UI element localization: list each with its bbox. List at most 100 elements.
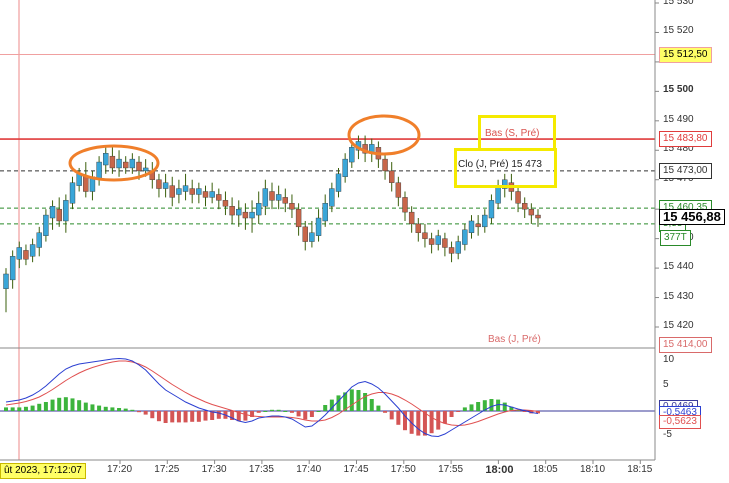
time-tick-label: 17:45	[343, 464, 369, 475]
time-tick-label: 17:50	[390, 464, 416, 475]
time-tick-label: 17:30	[201, 464, 227, 475]
candle-body	[9, 256, 16, 281]
candle-body	[169, 185, 175, 198]
candle-body	[455, 241, 461, 254]
candle-body	[522, 203, 528, 210]
price-level-box: 15 483,80	[659, 131, 712, 148]
macd-histogram-bar	[323, 405, 328, 411]
macd-histogram-bar	[396, 411, 401, 425]
candle-body	[408, 211, 415, 225]
candle-body	[422, 232, 428, 239]
macd-histogram-bar	[316, 411, 321, 412]
candle-body	[448, 247, 455, 254]
macd-histogram-bar	[97, 405, 102, 411]
macd-histogram-bar	[276, 409, 281, 411]
macd-histogram-bar	[429, 411, 434, 434]
candle-body	[269, 191, 275, 201]
candle-body	[256, 203, 262, 216]
candle-body	[202, 191, 209, 198]
candle-body	[162, 182, 169, 189]
macd-histogram-bar	[303, 411, 308, 420]
trading-chart[interactable]	[0, 0, 729, 483]
time-tick-label: 18:10	[580, 464, 606, 475]
macd-histogram-bar	[336, 395, 341, 411]
macd-histogram-bar	[176, 411, 181, 423]
candle-body	[295, 208, 302, 228]
macd-histogram-bar	[283, 411, 288, 412]
macd-histogram-bar	[150, 411, 155, 419]
candle-body	[482, 214, 488, 228]
macd-histogram-bar	[389, 411, 394, 420]
start-time-badge: ût 2023, 17:12:07	[0, 463, 86, 479]
time-tick-label: 17:40	[296, 464, 322, 475]
candle-body	[322, 203, 328, 222]
candle-body	[83, 176, 89, 192]
macd-histogram-bar	[190, 411, 195, 422]
candle-body	[209, 191, 215, 198]
macd-histogram-bar	[489, 399, 494, 411]
candle-body	[415, 223, 421, 233]
time-tick-label: 17:20	[107, 464, 133, 475]
macd-histogram-bar	[256, 411, 261, 413]
macd-histogram-bar	[296, 411, 301, 417]
candle-body	[468, 220, 475, 233]
annotation-daily-low: Bas (J, Pré)	[488, 334, 541, 345]
candle-body	[3, 273, 9, 289]
candle-body	[389, 170, 395, 183]
candle-body	[528, 208, 535, 216]
candle-body	[442, 238, 448, 248]
candle-body	[435, 235, 441, 245]
candle-body	[475, 223, 481, 228]
candle-body	[189, 188, 195, 195]
candle-body	[395, 182, 402, 198]
macd-tick-label: 5	[663, 379, 669, 390]
time-tick-label: 18:15	[627, 464, 653, 475]
candle-body	[129, 158, 136, 169]
candle-body	[216, 194, 222, 201]
candle-body	[196, 188, 202, 195]
candle-body	[382, 158, 388, 172]
candle-body	[515, 191, 521, 204]
macd-histogram-bar	[309, 411, 314, 417]
macd-histogram-bar	[70, 398, 75, 411]
macd-histogram-bar	[449, 411, 454, 417]
macd-histogram-bar	[43, 402, 48, 411]
candle-body	[315, 217, 322, 236]
candle-body	[309, 232, 315, 242]
macd-tick-label: 10	[663, 354, 675, 365]
macd-histogram-bar	[476, 402, 481, 411]
macd-histogram-bar	[416, 411, 421, 436]
candle-body	[156, 179, 162, 189]
macd-histogram-bar	[462, 407, 467, 411]
candle-body	[23, 250, 29, 260]
macd-histogram-bar	[170, 411, 175, 423]
candle-body	[289, 203, 295, 210]
volume-badge: 377T	[660, 230, 691, 246]
macd-histogram-bar	[57, 397, 62, 411]
macd-value-box: -0,5623	[659, 415, 701, 429]
macd-histogram-bar	[110, 407, 115, 411]
macd-histogram-bar	[83, 402, 88, 411]
price-tick-label: 15 420	[663, 320, 694, 331]
candle-body	[488, 200, 495, 219]
macd-tick-label: -5	[663, 429, 672, 440]
macd-histogram-bar	[163, 411, 168, 423]
macd-histogram-bar	[263, 411, 268, 412]
price-tick-label: 15 430	[663, 290, 694, 302]
macd-histogram-bar	[10, 407, 15, 411]
candle-body	[462, 229, 468, 245]
macd-histogram-bar	[289, 411, 294, 413]
macd-histogram-bar	[23, 406, 28, 411]
candle-body	[43, 214, 49, 236]
time-tick-label: 17:55	[438, 464, 464, 475]
candle-body	[16, 247, 22, 260]
macd-histogram-bar	[369, 399, 374, 411]
candle-body	[428, 238, 435, 245]
candle-body	[182, 185, 189, 192]
macd-histogram-bar	[143, 411, 148, 415]
macd-histogram-bar	[90, 404, 95, 411]
candle-body	[402, 197, 408, 213]
candle-body	[29, 244, 36, 257]
price-level-box: 15 456,88	[659, 209, 725, 226]
candle-body	[176, 188, 182, 195]
